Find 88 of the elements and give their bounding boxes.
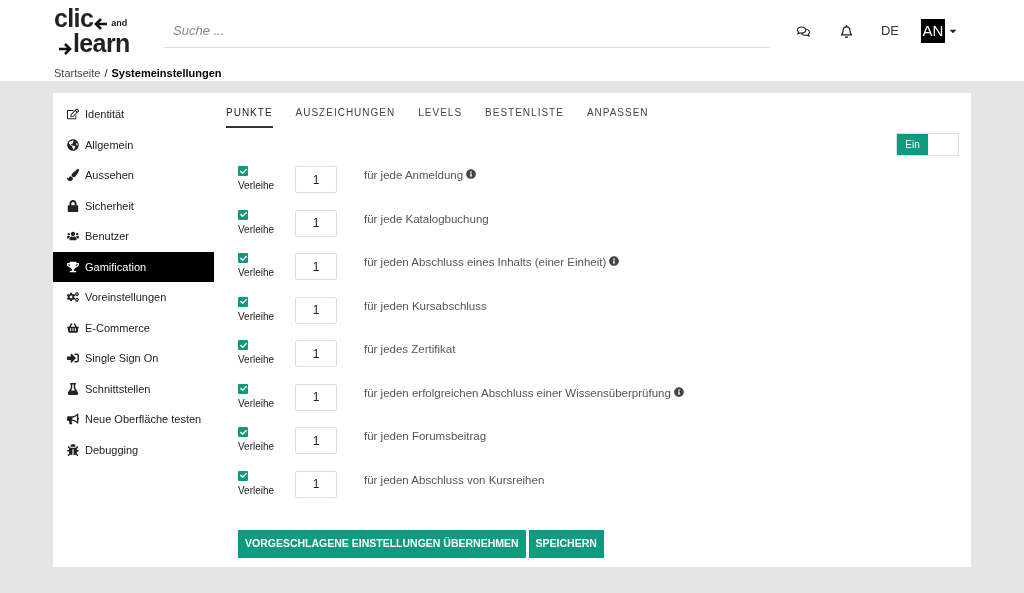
sidebar-item[interactable]: Debugging [53, 434, 214, 465]
brush-icon [67, 169, 79, 182]
sidebar-item[interactable]: Neue Oberfläche testen [53, 404, 214, 435]
breadcrumb-separator: / [104, 66, 108, 81]
checkbox-label: Verleihe [238, 483, 276, 498]
check-icon [239, 341, 247, 349]
info-icon[interactable] [609, 256, 620, 266]
checkbox-label: Verleihe [238, 440, 276, 454]
check-icon [239, 211, 247, 218]
tab[interactable]: AUSZEICHUNGEN [295, 105, 396, 128]
row-description: für jeden Kursabschluss [364, 298, 487, 314]
sidebar-item[interactable]: Gamification [53, 251, 214, 282]
row-description: für jede Katalogbuchung [364, 211, 489, 227]
logo-text: clic [54, 6, 94, 31]
checkbox-label: Verleihe [238, 353, 276, 367]
checkbox-label: Verleihe [238, 222, 276, 237]
sidebar-item[interactable]: Benutzer [53, 221, 214, 252]
sidebar-item[interactable]: E-Commerce [53, 312, 214, 343]
row-description: für jeden erfolgreichen Abschluss einer Wissensüberprüfung [364, 385, 671, 401]
check-icon [239, 167, 247, 175]
points-input[interactable]: 1 [295, 470, 337, 498]
sidebar-item[interactable]: Voreinstellungen [53, 282, 214, 313]
save-button[interactable]: SPEICHERN [528, 530, 604, 558]
checkbox[interactable] [238, 296, 248, 307]
sidebar-item[interactable]: Schnittstellen [53, 373, 214, 404]
sidebar-item[interactable]: Aussehen [53, 160, 214, 191]
points-input[interactable]: 1 [295, 166, 337, 193]
row-description: für jeden Forumsbeitrag [364, 429, 487, 444]
checkbox-label: Verleihe [238, 179, 276, 193]
checkbox[interactable] [238, 470, 248, 481]
toggle-switch[interactable]: Ein [896, 133, 959, 156]
language-selector[interactable]: DE [880, 21, 899, 41]
row-description: für jede Anmeldung [364, 168, 464, 183]
globe-icon [67, 138, 79, 151]
trophy-icon [67, 260, 79, 273]
checkbox[interactable] [238, 253, 248, 263]
sign-in-icon [67, 352, 79, 365]
info-icon[interactable] [673, 386, 684, 397]
edit-icon [67, 108, 79, 121]
sidebar-item[interactable]: Allgemein [53, 129, 214, 160]
arrow-right-icon [58, 42, 72, 56]
gears-icon [67, 291, 79, 304]
search-field[interactable]: Suche ... [164, 14, 770, 48]
apply-suggested-button[interactable]: VORGESCHLAGENE EINSTELLUNGEN ÜBERNEHMEN [238, 530, 526, 558]
points-input[interactable]: 1 [295, 209, 337, 237]
tab[interactable]: PUNKTE [226, 105, 273, 128]
basket-icon [67, 321, 79, 334]
megaphone-icon [67, 413, 79, 426]
users-icon [67, 230, 79, 243]
breadcrumb-item: Systemeinstellungen [111, 66, 222, 81]
row-description: für jeden Abschluss eines Inhalts (einer Einheit) [364, 255, 607, 270]
checkbox-label: Verleihe [238, 396, 276, 411]
points-input[interactable]: 1 [295, 340, 337, 367]
sidebar-item[interactable]: Sicherheit [53, 190, 214, 221]
tab[interactable]: LEVELS [418, 105, 463, 128]
tab[interactable]: ANPASSEN [586, 105, 649, 128]
chat-icon[interactable] [796, 24, 810, 38]
check-icon [239, 385, 247, 392]
check-icon [239, 472, 247, 479]
checkbox[interactable] [238, 340, 248, 350]
breadcrumb-item[interactable]: Startseite [54, 65, 101, 82]
points-input[interactable]: 1 [295, 296, 337, 324]
sidebar-item[interactable]: Single Sign On [53, 343, 214, 374]
points-input[interactable]: 1 [295, 427, 337, 454]
check-icon [239, 254, 247, 262]
check-icon [239, 428, 247, 436]
arrow-left-icon [94, 17, 109, 31]
bell-icon[interactable] [839, 24, 853, 38]
checkbox-label: Verleihe [238, 266, 276, 280]
lock-icon [67, 199, 79, 212]
user-avatar[interactable]: AN [921, 19, 945, 43]
sidebar-item[interactable]: Identität [53, 99, 214, 130]
checkbox[interactable] [238, 209, 248, 220]
check-icon [239, 298, 247, 305]
bug-icon [67, 443, 79, 456]
points-input[interactable]: 1 [295, 383, 337, 411]
row-description: für jeden Abschluss von Kursreihen [364, 472, 545, 488]
checkbox[interactable] [238, 427, 248, 437]
logo-text: learn [73, 31, 130, 56]
flask-icon [67, 382, 79, 395]
row-description: für jedes Zertifikat [364, 342, 456, 357]
logo-text: and [111, 19, 128, 28]
checkbox[interactable] [238, 166, 248, 176]
points-input[interactable]: 1 [295, 253, 337, 280]
tab[interactable]: BESTENLISTE [485, 105, 564, 128]
checkbox[interactable] [238, 383, 248, 394]
checkbox-label: Verleihe [238, 309, 276, 324]
info-icon[interactable] [466, 169, 477, 179]
